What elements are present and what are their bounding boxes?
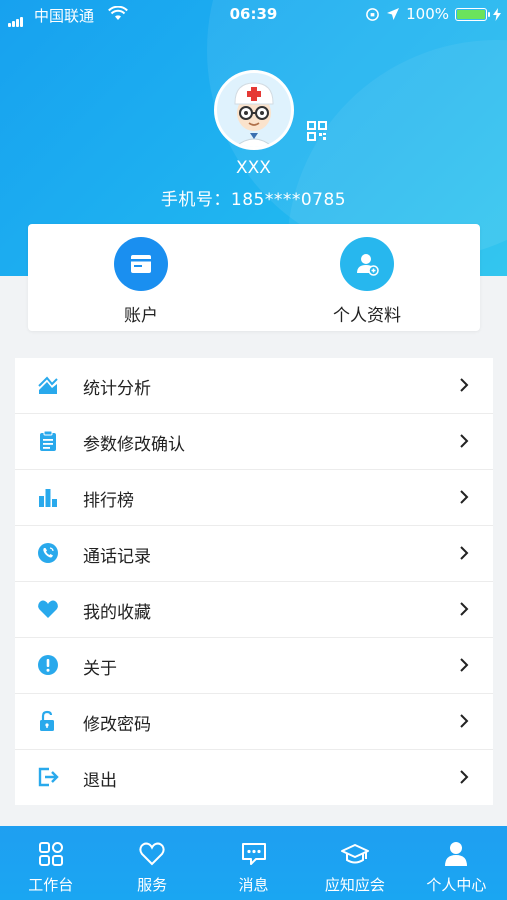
tab-workbench[interactable]: 工作台	[0, 826, 101, 900]
chevron-right-icon	[460, 546, 469, 560]
menu-item-statistics[interactable]: 统计分析	[15, 358, 493, 414]
tab-label: 个人中心	[426, 876, 487, 894]
heart-outline-icon	[139, 842, 165, 866]
chevron-right-icon	[460, 602, 469, 616]
menu-item-label: 参数修改确认	[83, 435, 185, 455]
logout-icon	[38, 767, 59, 787]
tab-services[interactable]: 服务	[101, 826, 202, 900]
tab-label: 应知应会	[324, 876, 385, 894]
doctor-avatar-icon	[217, 73, 291, 147]
location-icon	[387, 8, 400, 20]
menu-item-label: 退出	[83, 771, 117, 791]
bar-chart-icon	[39, 489, 57, 507]
info-exclamation-icon	[38, 655, 58, 675]
quick-actions-card: 账户 个人资料	[28, 224, 480, 331]
clipboard-icon	[40, 430, 56, 451]
battery-percent: 100%	[406, 5, 449, 23]
tab-messages[interactable]: 消息	[203, 826, 304, 900]
user-phone: 手机号：185****0785	[160, 190, 347, 210]
chevron-right-icon	[460, 770, 469, 784]
profile-info-label: 个人资料	[333, 306, 401, 326]
tab-label: 工作台	[28, 876, 74, 894]
account-button[interactable]: 账户	[28, 224, 254, 331]
heart-icon	[38, 600, 58, 618]
charging-icon	[493, 7, 501, 21]
menu-item-ranking[interactable]: 排行榜	[15, 470, 493, 526]
menu-item-about[interactable]: 关于	[15, 638, 493, 694]
qr-code-icon[interactable]	[307, 121, 327, 141]
person-icon	[445, 842, 468, 866]
menu-item-label: 关于	[83, 659, 117, 679]
message-icon	[241, 843, 266, 865]
chart-line-icon	[38, 376, 58, 394]
chevron-right-icon	[460, 434, 469, 448]
chevron-right-icon	[460, 658, 469, 672]
user-profile-icon	[340, 237, 394, 291]
tab-label: 服务	[137, 876, 168, 894]
account-card-icon	[114, 237, 168, 291]
battery-icon	[455, 7, 490, 21]
menu-item-label: 通话记录	[83, 547, 151, 567]
menu-item-call-records[interactable]: 通话记录	[15, 526, 493, 582]
status-bar: 中国联通 06:39 100%	[0, 0, 507, 30]
chevron-right-icon	[460, 714, 469, 728]
user-name: XXX	[236, 158, 271, 178]
graduation-cap-icon	[340, 844, 369, 864]
bottom-tab-bar: 工作台 服务 消息 应知应会 个人中心	[0, 826, 507, 900]
settings-menu: 统计分析 参数修改确认 排行榜 通话记录 我的收藏 关于 修改密码 退出	[15, 358, 493, 805]
grid-icon	[38, 842, 63, 866]
tab-knowledge[interactable]: 应知应会	[304, 826, 405, 900]
unlock-icon	[40, 710, 54, 731]
menu-item-change-password[interactable]: 修改密码	[15, 694, 493, 750]
menu-item-label: 统计分析	[83, 379, 151, 399]
phone-call-icon	[38, 543, 58, 563]
menu-item-param-confirm[interactable]: 参数修改确认	[15, 414, 493, 470]
chevron-right-icon	[460, 490, 469, 504]
tab-label: 消息	[238, 876, 269, 894]
rotation-lock-icon	[366, 7, 379, 21]
menu-item-label: 修改密码	[83, 715, 151, 735]
menu-item-label: 我的收藏	[83, 603, 151, 623]
chevron-right-icon	[460, 378, 469, 392]
avatar[interactable]	[214, 70, 294, 150]
menu-item-favorites[interactable]: 我的收藏	[15, 582, 493, 638]
menu-item-logout[interactable]: 退出	[15, 750, 493, 805]
profile-info-button[interactable]: 个人资料	[254, 224, 480, 331]
menu-item-label: 排行榜	[83, 491, 134, 511]
tab-personal-center[interactable]: 个人中心	[406, 826, 507, 900]
account-label: 账户	[124, 306, 158, 326]
